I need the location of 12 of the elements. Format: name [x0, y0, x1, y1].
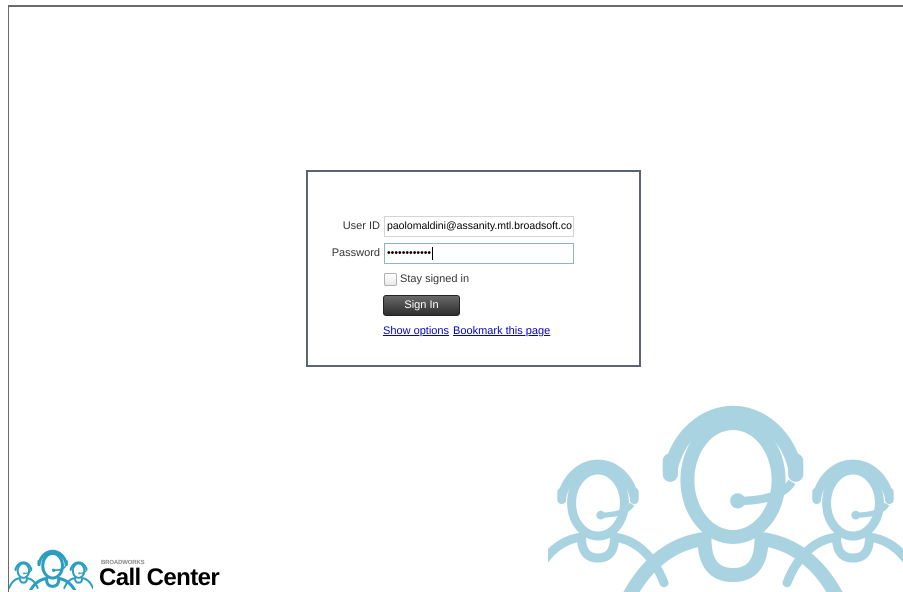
link[interactable]: Bookmark this page	[453, 322, 550, 340]
password-field[interactable]: ••••••••••••	[384, 243, 574, 264]
link[interactable]: Show options	[383, 322, 450, 340]
stay-signed-in-label: Stay signed in	[400, 272, 470, 287]
headset-agents-logo-icon	[9, 548, 93, 590]
user-id-field[interactable]: paolomaldini@assanity.mtl.broadsoft.coı	[384, 216, 574, 237]
sign-in-button[interactable]: Sign In	[383, 294, 460, 316]
stay-signed-in-checkbox[interactable]	[384, 272, 397, 286]
text-cursor	[432, 247, 434, 260]
field-label: User ID	[342, 219, 380, 234]
logo-title: Call Center	[99, 566, 220, 590]
field-label: Password	[330, 246, 380, 262]
